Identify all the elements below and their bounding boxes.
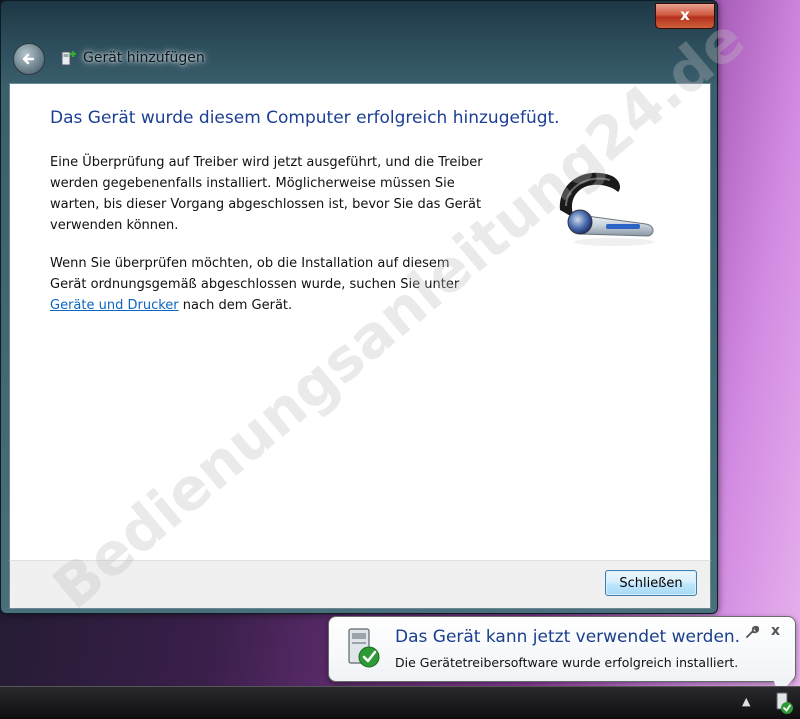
taskbar: ▲ [0,686,800,719]
back-button[interactable] [13,43,45,75]
headset-icon [559,172,654,246]
device-installed-icon [348,628,380,668]
driver-check-text: Eine Überprüfung auf Treiber wird jetzt … [50,155,483,233]
add-device-window: x Gerät hinzufügen Das Gerät wurde diese… [0,0,718,614]
content-area: Das Gerät wurde diesem Computer erfolgre… [9,83,711,561]
notification-balloon[interactable]: Das Gerät kann jetzt verwendet werden. D… [328,616,796,695]
close-dialog-button[interactable]: Schließen [605,570,697,596]
verify-text-start: Wenn Sie überprüfen möchten, ob die Inst… [50,256,460,292]
back-arrow-icon [22,53,35,65]
dialog-footer: Schließen [9,560,711,609]
notification-close-button[interactable]: x [771,623,780,639]
notification-title: Das Gerät kann jetzt verwendet werden. [395,627,741,647]
notification-text: Die Gerätetreibersoftware wurde erfolgre… [395,655,739,670]
window-close-button[interactable]: x [655,3,715,29]
show-hidden-icons-button[interactable]: ▲ [742,695,750,708]
devices-and-printers-link[interactable]: Geräte und Drucker [50,298,179,313]
wrench-icon[interactable] [745,625,759,639]
verify-installation-text: Wenn Sie überprüfen möchten, ob die Inst… [50,253,490,316]
device-tray-icon[interactable] [774,691,794,715]
page-heading: Das Gerät wurde diesem Computer erfolgre… [50,108,560,128]
verify-text-end: nach dem Gerät. [178,298,293,313]
add-device-icon [61,51,76,66]
window-title: Gerät hinzufügen [83,50,205,66]
